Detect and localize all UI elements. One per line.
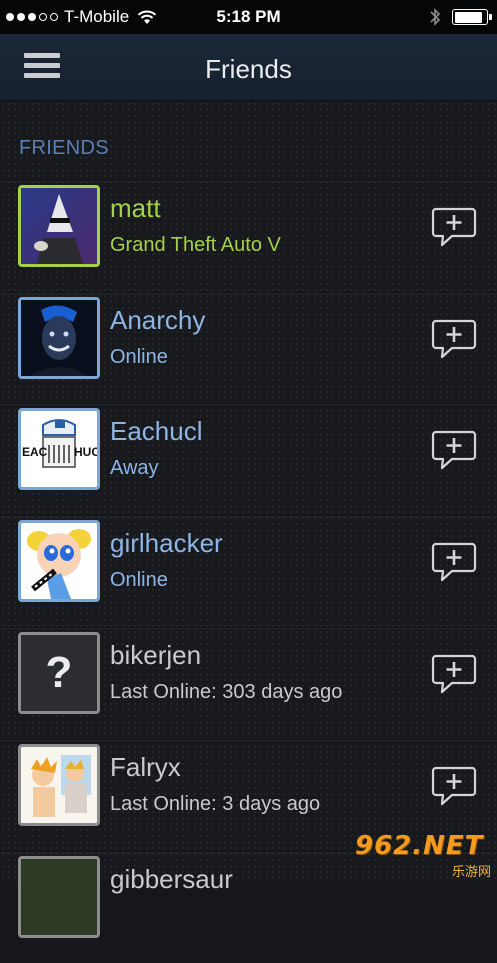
chat-add-icon[interactable] — [430, 762, 478, 810]
chat-add-icon[interactable] — [430, 203, 478, 251]
navigation-bar: Friends — [0, 34, 497, 101]
chat-add-icon[interactable] — [430, 315, 478, 363]
battery-icon — [452, 9, 492, 25]
avatar[interactable] — [18, 856, 100, 938]
svg-text:EAC: EAC — [22, 445, 48, 459]
avatar-girlhacker-image — [21, 523, 97, 599]
chat-add-icon[interactable] — [430, 650, 478, 698]
bluetooth-icon — [429, 7, 441, 32]
friend-name: Eachucl — [110, 416, 203, 446]
watermark-logo: 962.NET 乐游网 — [355, 831, 491, 880]
avatar-unknown-image: ? — [21, 635, 97, 711]
section-header-friends: FRIENDS — [19, 137, 109, 159]
friend-row-girlhacker[interactable]: girlhacker Online — [0, 515, 497, 627]
clock: 5:18 PM — [216, 7, 281, 26]
avatar-gibbersaur-image — [21, 859, 97, 935]
friend-row-bikerjen[interactable]: ? bikerjen Last Online: 303 days ago — [0, 627, 497, 739]
avatar[interactable]: ? — [18, 632, 100, 714]
friend-row-eachucl[interactable]: EAC HUC Eachucl Away — [0, 403, 497, 515]
friend-status: Away — [110, 457, 159, 479]
avatar[interactable] — [18, 297, 100, 379]
friend-name: matt — [110, 193, 161, 223]
status-bar: T-Mobile 5:18 PM — [0, 0, 497, 34]
friend-status: Online — [110, 569, 168, 591]
avatar[interactable]: EAC HUC — [18, 408, 100, 490]
chat-add-icon[interactable] — [430, 426, 478, 474]
friend-status: Last Online: 3 days ago — [110, 793, 321, 815]
friend-row-matt[interactable]: matt Grand Theft Auto V — [0, 180, 497, 292]
friends-list-view[interactable]: FRIENDS matt Grand Theft Auto V Anarchy … — [0, 101, 497, 938]
avatar-eachucl-image: EAC HUC — [21, 411, 97, 487]
page-title: Friends — [205, 54, 292, 84]
avatar[interactable] — [18, 520, 100, 602]
friend-name: bikerjen — [110, 640, 202, 670]
svg-text:HUC: HUC — [74, 445, 97, 459]
friend-name: Anarchy — [110, 305, 206, 335]
friend-status: Last Online: 303 days ago — [110, 681, 343, 703]
avatar[interactable] — [18, 744, 100, 826]
svg-text:?: ? — [46, 648, 73, 697]
friend-status: Online — [110, 346, 168, 368]
friend-name: Falryx — [110, 752, 181, 782]
avatar-matt-image — [21, 188, 97, 264]
avatar-falryx-image — [21, 747, 97, 823]
avatar-anarchy-image — [21, 300, 97, 376]
avatar[interactable] — [18, 185, 100, 267]
chat-add-icon[interactable] — [430, 538, 478, 586]
friend-status: Grand Theft Auto V — [110, 234, 281, 256]
friend-name: gibbersaur — [110, 864, 233, 894]
friend-row-anarchy[interactable]: Anarchy Online — [0, 292, 497, 404]
friend-name: girlhacker — [110, 528, 223, 558]
